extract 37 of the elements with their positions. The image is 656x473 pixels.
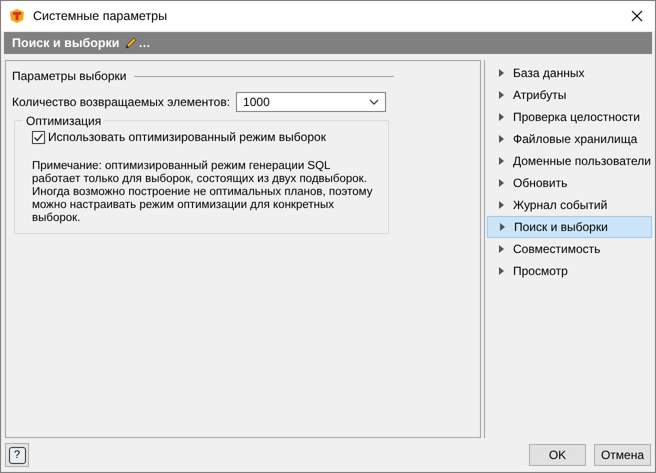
nav-item[interactable]: Доменные пользователи [487,150,652,172]
dialog-button[interactable]: OK [529,444,586,466]
pencil-icon[interactable] [124,36,138,50]
nav-item[interactable]: Просмотр [487,260,652,282]
nav-item[interactable]: Обновить [487,172,652,194]
group-title: Оптимизация [23,114,104,128]
checkbox-label[interactable]: Использовать оптимизированный режим выборок [48,130,326,144]
nav-item[interactable]: Атрибуты [487,84,652,106]
checkbox[interactable] [32,130,45,144]
nav-item[interactable]: Журнал событий [487,194,652,216]
dialog-button[interactable]: Отмена [594,444,651,466]
nav-item[interactable]: База данных [487,62,652,84]
header-title: Поиск и выборки [12,36,120,50]
window-title: Системные параметры [33,9,168,23]
nav-item[interactable]: Файловые хранилища [487,128,652,150]
expand-arrow-icon[interactable] [499,135,504,143]
expand-arrow-icon[interactable] [499,91,504,99]
expand-arrow-icon[interactable] [499,157,504,165]
note-text: Примечание: оптимизированный режим генерации SQL работает только для выборок, состоящих из двух подвыборок. Иногда возможно построение не оптимальных планов, поэтому можно настраивать режим оптимизации для конкретных выборок. [32,160,374,225]
expand-arrow-icon[interactable] [499,179,504,187]
expand-arrow-icon[interactable] [499,113,504,121]
expand-arrow-icon[interactable] [500,223,505,231]
app-logo-icon [9,8,25,24]
close-icon[interactable] [631,10,643,22]
count-dropdown[interactable]: 1000 [236,92,386,112]
count-label: Количество возвращаемых элементов: [12,95,230,109]
chevron-down-icon [369,99,380,105]
nav-item[interactable]: Проверка целостности [487,106,652,128]
nav-item[interactable]: Совместимость [487,238,652,260]
expand-arrow-icon[interactable] [499,267,504,275]
header-ellipsis[interactable]: … [138,36,150,50]
nav-item[interactable]: Поиск и выборки [487,216,652,238]
section-title: Параметры выборки [12,69,126,83]
expand-arrow-icon[interactable] [499,245,504,253]
expand-arrow-icon[interactable] [499,69,504,77]
help-button[interactable]: ? [5,443,29,467]
expand-arrow-icon[interactable] [499,201,504,209]
